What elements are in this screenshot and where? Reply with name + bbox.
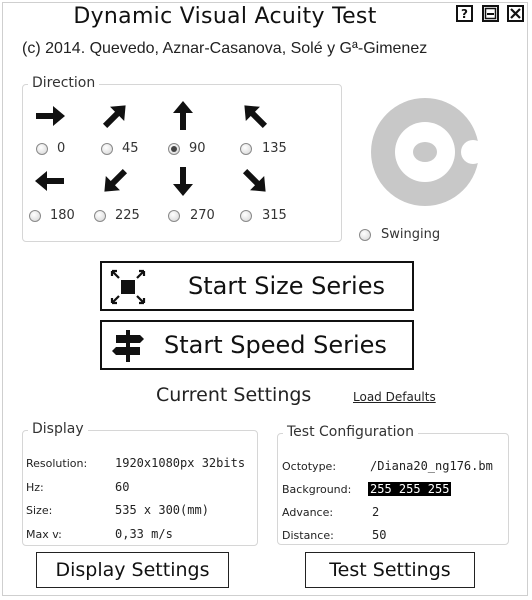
start-size-series-label: Start Size Series xyxy=(188,272,385,300)
display-value-hz: 60 xyxy=(115,480,130,494)
test-settings-button[interactable]: Test Settings xyxy=(305,552,475,588)
display-key-size: Size: xyxy=(26,504,53,517)
test-key-octotype: Octotype: xyxy=(282,460,337,473)
minimize-icon xyxy=(484,7,497,20)
load-defaults-link[interactable]: Load Defaults xyxy=(353,390,436,404)
arrow-down-icon xyxy=(173,167,193,196)
test-value-distance: 50 xyxy=(372,528,387,542)
test-value-advance: 2 xyxy=(372,505,380,519)
direction-radio-180[interactable] xyxy=(29,210,41,222)
direction-radio-225[interactable] xyxy=(94,210,106,222)
direction-radio-135[interactable] xyxy=(240,143,252,155)
test-value-background: 255 255 255 xyxy=(368,482,452,496)
arrow-up-icon xyxy=(173,101,193,130)
svg-text:?: ? xyxy=(461,7,468,20)
test-value-octotype: /Diana20_ng176.bm xyxy=(370,459,493,473)
direction-label-225: 225 xyxy=(115,208,140,223)
arrow-right-icon xyxy=(36,106,65,126)
swinging-radio[interactable] xyxy=(359,229,371,241)
direction-radio-0[interactable] xyxy=(36,143,48,155)
direction-label-90: 90 xyxy=(189,141,206,156)
close-button[interactable] xyxy=(507,5,524,22)
display-value-size: 535 x 300(mm) xyxy=(115,503,209,517)
test-configuration-legend: Test Configuration xyxy=(283,424,418,440)
test-key-advance: Advance: xyxy=(282,506,334,519)
display-key-resolution: Resolution: xyxy=(26,457,88,470)
direction-legend: Direction xyxy=(28,75,100,91)
direction-label-315: 315 xyxy=(262,208,287,223)
signpost-icon xyxy=(112,330,144,362)
swinging-label: Swinging xyxy=(381,227,441,242)
display-key-hz: Hz: xyxy=(26,481,44,494)
direction-label-270: 270 xyxy=(190,208,215,223)
help-icon: ? xyxy=(461,7,468,20)
direction-radio-45[interactable] xyxy=(101,143,113,155)
display-value-max-v: 0,33 m/s xyxy=(115,527,173,541)
display-settings-button[interactable]: Display Settings xyxy=(36,552,229,588)
arrow-left-icon xyxy=(35,171,64,191)
start-speed-series-button[interactable]: Start Speed Series xyxy=(100,320,414,370)
help-button[interactable]: ? xyxy=(456,5,473,22)
display-legend: Display xyxy=(28,421,88,437)
display-key-max-v: Max v: xyxy=(26,528,62,541)
start-size-series-button[interactable]: Start Size Series xyxy=(100,261,414,311)
arrow-down-left-icon xyxy=(104,168,128,192)
close-icon xyxy=(510,8,521,19)
arrow-up-right-icon xyxy=(102,105,126,129)
shrink-square-icon xyxy=(110,269,146,305)
direction-label-135: 135 xyxy=(262,141,287,156)
direction-radio-90[interactable] xyxy=(168,143,180,155)
arrow-up-left-icon xyxy=(244,105,268,129)
background-value-highlight: 255 255 255 xyxy=(368,482,452,496)
swinging-target-icon xyxy=(371,98,485,206)
test-key-background: Background: xyxy=(282,483,352,496)
current-settings-title: Current Settings xyxy=(156,384,312,406)
window-title: Dynamic Visual Acuity Test xyxy=(73,4,377,29)
display-value-resolution: 1920x1080px 32bits xyxy=(115,456,246,470)
direction-label-45: 45 xyxy=(122,141,139,156)
test-key-distance: Distance: xyxy=(282,529,334,542)
direction-radio-315[interactable] xyxy=(240,210,252,222)
arrow-down-right-icon xyxy=(242,168,266,192)
start-speed-series-label: Start Speed Series xyxy=(164,331,387,359)
direction-label-0: 0 xyxy=(57,141,66,156)
direction-label-180: 180 xyxy=(50,208,75,223)
minimize-button[interactable] xyxy=(482,5,499,22)
copyright-text: (c) 2014. Quevedo, Aznar-Casanova, Solé … xyxy=(22,40,428,57)
direction-radio-270[interactable] xyxy=(168,210,180,222)
